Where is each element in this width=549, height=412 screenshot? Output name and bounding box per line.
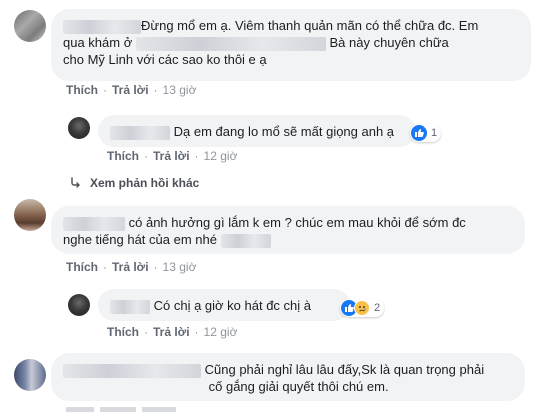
reply-button[interactable]: Trả lời bbox=[153, 325, 190, 339]
reply-button[interactable]: Trả lời bbox=[112, 83, 149, 97]
like-button[interactable]: Thích bbox=[107, 325, 139, 339]
comment-text: Bà này chuyên chữa bbox=[329, 35, 449, 50]
avatar[interactable] bbox=[68, 117, 90, 139]
blurred-name bbox=[110, 299, 150, 314]
timestamp[interactable]: 12 giờ bbox=[204, 325, 238, 339]
reaction-count: 2 bbox=[374, 302, 381, 314]
comment-text: nghe tiếng hát của em nhé bbox=[63, 232, 217, 247]
blurred-name bbox=[110, 125, 170, 140]
comment-text: có ảnh hưởng gì lắm k em ? chúc em mau k… bbox=[128, 215, 466, 230]
comment-text: qua khám ở bbox=[63, 35, 133, 50]
comment-text: Cũng phải nghỉ lâu lâu đấy,Sk là quan tr… bbox=[204, 362, 485, 377]
avatar[interactable] bbox=[68, 294, 90, 316]
comment-text: cố gắng giải quyết thôi chú em. bbox=[208, 379, 389, 394]
comment-actions: Thích · Trả lời · 12 giờ bbox=[107, 149, 238, 163]
reaction-summary[interactable]: 1 bbox=[410, 124, 442, 142]
like-button[interactable]: Thích bbox=[66, 260, 98, 274]
avatar[interactable] bbox=[14, 10, 46, 42]
cut-off-actions bbox=[66, 407, 206, 412]
sad-reaction-icon bbox=[354, 300, 370, 316]
comment-text: Có chị ạ giờ ko hát đc chị à bbox=[153, 298, 312, 313]
timestamp[interactable]: 13 giờ bbox=[163, 260, 197, 274]
reply-arrow-icon bbox=[71, 177, 80, 188]
comment-text: Dạ em đang lo mổ sẽ mất giọng anh ạ bbox=[173, 124, 395, 139]
reaction-summary[interactable]: 2 bbox=[340, 299, 385, 317]
reaction-count: 1 bbox=[431, 127, 438, 139]
more-replies-link[interactable]: Xem phản hồi khác bbox=[70, 176, 199, 190]
timestamp[interactable]: 13 giờ bbox=[163, 83, 197, 97]
comment-actions: Thích · Trả lời · 13 giờ bbox=[66, 83, 197, 97]
timestamp[interactable]: 12 giờ bbox=[204, 149, 238, 163]
comment-bubble: Dạ em đang lo mổ sẽ mất giọng anh ạ bbox=[98, 115, 416, 147]
like-button[interactable]: Thích bbox=[66, 83, 98, 97]
comment-text: cho Mỹ Linh với các sao ko thôi e ạ bbox=[63, 52, 267, 67]
comment-bubble: có ảnh hưởng gì lắm k em ? chúc em mau k… bbox=[51, 206, 525, 254]
comment-actions: Thích · Trả lời · 12 giờ bbox=[107, 325, 238, 339]
comment-actions: Thích · Trả lời · 13 giờ bbox=[66, 260, 197, 274]
like-reaction-icon bbox=[411, 125, 427, 141]
comment-bubble: Cũng phải nghỉ lâu lâu đấy,Sk là quan tr… bbox=[51, 353, 525, 401]
comment-bubble: Đừng mổ em ạ. Viêm thanh quản mãn có thể… bbox=[51, 9, 531, 81]
comment-bubble: Có chị ạ giờ ko hát đc chị à bbox=[98, 289, 350, 321]
blurred-name bbox=[63, 19, 141, 34]
blurred-name bbox=[63, 363, 201, 378]
comment-text: Đừng mổ em ạ. Viêm thanh quản mãn có thể… bbox=[141, 18, 479, 33]
reply-button[interactable]: Trả lời bbox=[112, 260, 149, 274]
like-button[interactable]: Thích bbox=[107, 149, 139, 163]
blurred-name bbox=[63, 216, 125, 231]
blurred-text bbox=[135, 36, 326, 51]
more-replies-label: Xem phản hồi khác bbox=[90, 176, 200, 190]
avatar[interactable] bbox=[14, 199, 46, 231]
avatar[interactable] bbox=[14, 359, 46, 391]
blurred-text bbox=[220, 233, 271, 248]
reply-button[interactable]: Trả lời bbox=[153, 149, 190, 163]
